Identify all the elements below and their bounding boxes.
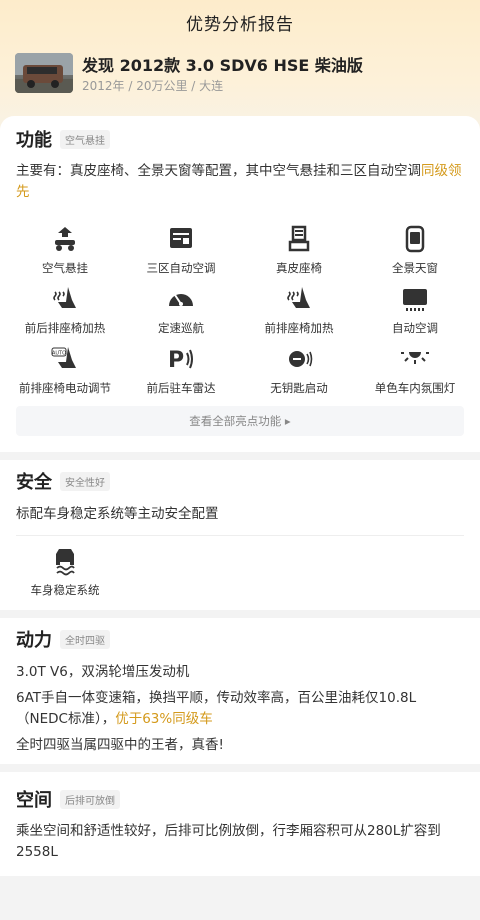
page-title: 优势分析报告 xyxy=(186,15,294,35)
feature-label: 前排座椅电动调节 xyxy=(19,381,111,395)
cruise-control-icon xyxy=(169,294,193,306)
car-meta: 2012年 / 20万公里 / 大连 xyxy=(82,79,224,93)
feature-item[interactable]: 无钥匙启动 xyxy=(239,344,359,396)
feature-label: 全景天窗 xyxy=(392,261,438,275)
feature-item[interactable]: 全景天窗 xyxy=(355,224,475,276)
section-tag: 全时四驱 xyxy=(60,629,110,649)
section-tag: 后排可放倒 xyxy=(60,789,120,809)
feature-label: 定速巡航 xyxy=(158,321,204,335)
stability-control-icon xyxy=(56,549,75,576)
ambient-light-icon xyxy=(401,352,429,364)
power-engine: 3.0T V6，双涡轮增压发动机 xyxy=(16,664,190,680)
heated-seat-icon xyxy=(287,287,310,308)
air-suspension-icon xyxy=(55,227,75,251)
section-title: 安全 xyxy=(16,472,52,493)
feature-item[interactable]: 三区自动空调 xyxy=(121,224,241,276)
feature-label: 三区自动空调 xyxy=(146,261,216,275)
feature-label: 空气悬挂 xyxy=(42,261,88,275)
divider xyxy=(16,535,464,536)
tri-zone-ac-icon xyxy=(170,228,192,248)
feature-item[interactable]: 前排座椅加热 xyxy=(239,284,359,336)
safety-card: 安全 安全性好 标配车身稳定系统等主动安全配置 车身稳定系统 xyxy=(0,460,480,610)
feature-item[interactable]: 空气悬挂 xyxy=(5,224,125,276)
safety-summary: 标配车身稳定系统等主动安全配置 xyxy=(16,506,219,522)
section-title: 功能 xyxy=(16,130,52,151)
car-thumbnail[interactable] xyxy=(15,53,73,93)
safety-header: 安全 安全性好 xyxy=(16,468,110,494)
power-seat-icon: AUTO xyxy=(51,347,76,368)
auto-ac-icon xyxy=(403,289,427,311)
feature-label: 前后排座椅加热 xyxy=(24,321,106,335)
power-header: 动力 全时四驱 xyxy=(16,626,110,652)
feature-label: 车身稳定系统 xyxy=(30,583,100,597)
parking-radar-icon: P xyxy=(168,348,193,373)
view-all-features-button[interactable]: 查看全部亮点功能 ▸ xyxy=(16,406,464,436)
feature-label: 真皮座椅 xyxy=(276,261,322,275)
feature-label: 前排座椅加热 xyxy=(264,321,334,335)
feature-label: 前后驻车雷达 xyxy=(146,381,216,395)
feature-label: 无钥匙启动 xyxy=(270,381,328,395)
transmission-highlight: 优于63%同级车 xyxy=(115,711,213,727)
car-name: 发现 2012款 3.0 SDV6 HSE 柴油版 xyxy=(82,56,363,75)
feature-label: 单色车内氛围灯 xyxy=(374,381,456,395)
feature-item[interactable]: 车身稳定系统 xyxy=(5,546,125,598)
feature-item[interactable]: 单色车内氛围灯 xyxy=(355,344,475,396)
svg-text:AUTO: AUTO xyxy=(52,351,66,357)
power-drivetrain: 全时四驱当属四驱中的王者，真香! xyxy=(16,737,224,753)
section-title: 空间 xyxy=(16,790,52,811)
summary-text: 主要有：真皮座椅、全景天窗等配置，其中空气悬挂和三区自动空调 xyxy=(16,163,421,179)
space-summary: 乘坐空间和舒适性较好，后排可比例放倒，行李厢容积可从280L扩容到2558L xyxy=(16,823,441,860)
features-card: 功能 空气悬挂 主要有：真皮座椅、全景天窗等配置，其中空气悬挂和三区自动空调同级… xyxy=(0,116,480,452)
space-header: 空间 后排可放倒 xyxy=(16,786,120,812)
power-card: 动力 全时四驱 3.0T V6，双涡轮增压发动机 6AT手自一体变速箱，换挡平顺… xyxy=(0,618,480,764)
section-title: 动力 xyxy=(16,630,52,651)
feature-item[interactable]: P 前后驻车雷达 xyxy=(121,344,241,396)
feature-item[interactable]: 真皮座椅 xyxy=(239,224,359,276)
feature-item[interactable]: 自动空调 xyxy=(355,284,475,336)
section-tag: 空气悬挂 xyxy=(60,129,110,149)
keyless-start-icon xyxy=(289,351,313,367)
feature-item[interactable]: 定速巡航 xyxy=(121,284,241,336)
features-header: 功能 空气悬挂 xyxy=(16,126,110,152)
feature-item[interactable]: 前后排座椅加热 xyxy=(5,284,125,336)
svg-text:P: P xyxy=(168,348,184,373)
power-transmission: 6AT手自一体变速箱，换挡平顺，传动效率高，百公里油耗仅10.8L（NEDC标准… xyxy=(16,688,464,730)
leather-seat-icon xyxy=(288,225,310,252)
feature-label: 自动空调 xyxy=(392,321,438,335)
section-tag: 安全性好 xyxy=(60,471,110,491)
transmission-text: 6AT手自一体变速箱，换挡平顺，传动效率高，百公里油耗仅10.8L（NEDC标准… xyxy=(16,690,417,727)
panoramic-sunroof-icon xyxy=(405,225,425,253)
heated-seat-icon xyxy=(53,287,76,308)
feature-item[interactable]: AUTO 前排座椅电动调节 xyxy=(5,344,125,396)
features-summary: 主要有：真皮座椅、全景天窗等配置，其中空气悬挂和三区自动空调同级领先 xyxy=(16,161,464,203)
space-card: 空间 后排可放倒 乘坐空间和舒适性较好，后排可比例放倒，行李厢容积可从280L扩… xyxy=(0,772,480,876)
